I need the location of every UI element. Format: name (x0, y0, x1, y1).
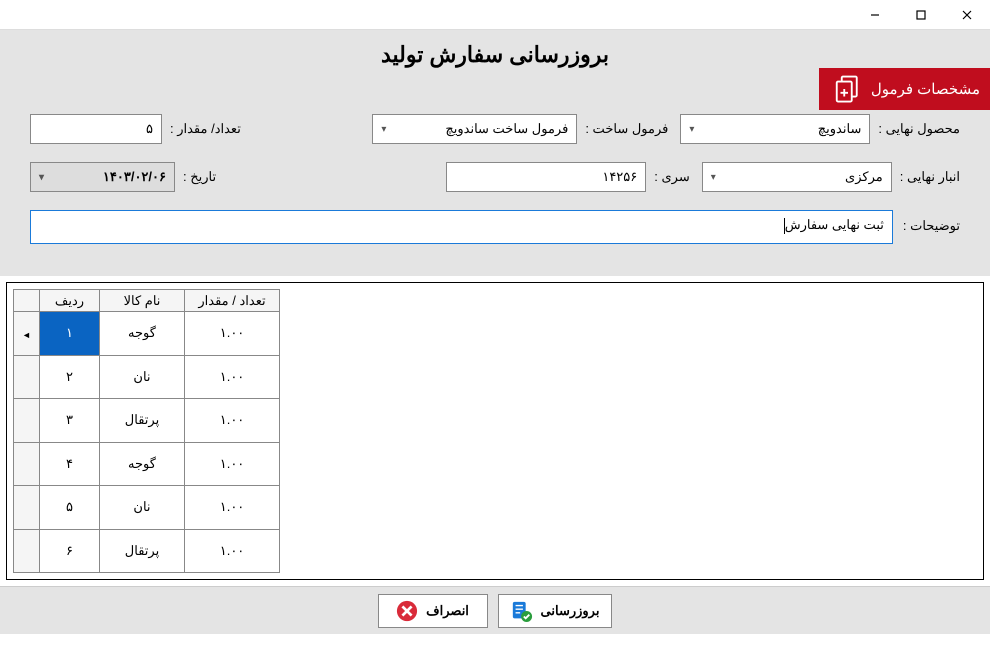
row-gutter (14, 355, 40, 399)
cell-name: پرتقال (100, 399, 185, 443)
table-row[interactable]: ۱.۰۰ پرتقال ۶ (14, 529, 280, 573)
cell-name: پرتقال (100, 529, 185, 573)
update-button[interactable]: بروزرسانی (498, 594, 613, 628)
close-button[interactable] (944, 0, 990, 30)
col-name-header: نام کالا (100, 290, 185, 312)
formula-select[interactable]: فرمول ساخت ساندویچ ▾ (372, 114, 577, 144)
serial-input[interactable]: ۱۴۲۵۶ (446, 162, 646, 192)
date-picker[interactable]: ▾ ۱۴۰۳/۰۲/۰۶ (30, 162, 175, 192)
col-gutter-header (14, 290, 40, 312)
qty-value: ۵ (146, 121, 153, 137)
grid-area: تعداد / مقدار نام کالا ردیف ۱.۰۰ گوجه ۱ … (6, 282, 984, 580)
minimize-button[interactable] (852, 0, 898, 30)
description-input[interactable]: ثبت نهایی سفارش (30, 210, 893, 244)
cell-row: ۵ (40, 486, 100, 530)
formula-label: فرمول ساخت : (585, 121, 668, 137)
desc-label: توضیحات : (903, 210, 960, 244)
cell-name: نان (100, 355, 185, 399)
table-row[interactable]: ۱.۰۰ گوجه ۱ (14, 312, 280, 356)
form-area: محصول نهایی : ساندویچ ▾ فرمول ساخت : فرم… (0, 96, 990, 274)
update-check-icon (511, 600, 533, 622)
warehouse-value: مرکزی (845, 169, 883, 185)
cancel-button-label: انصراف (426, 603, 469, 619)
final-product-label: محصول نهایی : (878, 121, 960, 137)
cell-row: ۴ (40, 442, 100, 486)
table-row[interactable]: ۱.۰۰ پرتقال ۳ (14, 399, 280, 443)
serial-value: ۱۴۲۵۶ (602, 169, 637, 185)
table-row[interactable]: ۱.۰۰ نان ۵ (14, 486, 280, 530)
footer: بروزرسانی انصراف (0, 586, 990, 634)
table-row[interactable]: ۱.۰۰ نان ۲ (14, 355, 280, 399)
date-value: ۱۴۰۳/۰۲/۰۶ (103, 169, 166, 185)
chevron-down-icon: ▾ (711, 172, 716, 183)
desc-value: ثبت نهایی سفارش (785, 217, 884, 232)
cell-qty: ۱.۰۰ (185, 312, 280, 356)
row-gutter (14, 442, 40, 486)
maximize-button[interactable] (898, 0, 944, 30)
row-gutter (14, 529, 40, 573)
cell-qty: ۱.۰۰ (185, 486, 280, 530)
cell-row: ۲ (40, 355, 100, 399)
table-row[interactable]: ۱.۰۰ گوجه ۴ (14, 442, 280, 486)
chevron-down-icon: ▾ (39, 172, 44, 183)
table-header-row: تعداد / مقدار نام کالا ردیف (14, 290, 280, 312)
serial-label: سری : (654, 169, 689, 185)
formula-value: فرمول ساخت ساندویچ (445, 121, 568, 137)
chevron-down-icon: ▾ (381, 124, 386, 135)
cancel-x-icon (396, 600, 418, 622)
header-area: بروزرسانی سفارش تولید مشخصات فرمول (0, 30, 990, 96)
cancel-button[interactable]: انصراف (378, 594, 488, 628)
row-gutter (14, 399, 40, 443)
cell-qty: ۱.۰۰ (185, 529, 280, 573)
cell-name: گوجه (100, 442, 185, 486)
badge-label: مشخصات فرمول (871, 80, 980, 98)
page-title: بروزرسانی سفارش تولید (0, 42, 990, 68)
final-product-value: ساندویچ (818, 121, 862, 137)
warehouse-label: انبار نهایی : (900, 169, 960, 185)
formula-icon (833, 74, 863, 104)
warehouse-select[interactable]: مرکزی ▾ (702, 162, 892, 192)
col-qty-header: تعداد / مقدار (185, 290, 280, 312)
qty-input[interactable]: ۵ (30, 114, 162, 144)
date-label: تاریخ : (183, 169, 216, 185)
cell-qty: ۱.۰۰ (185, 442, 280, 486)
col-row-header: ردیف (40, 290, 100, 312)
final-product-select[interactable]: ساندویچ ▾ (680, 114, 870, 144)
items-table[interactable]: تعداد / مقدار نام کالا ردیف ۱.۰۰ گوجه ۱ … (13, 289, 280, 573)
cell-qty: ۱.۰۰ (185, 355, 280, 399)
update-button-label: بروزرسانی (541, 603, 600, 619)
row-indicator-icon (14, 312, 40, 356)
cell-qty: ۱.۰۰ (185, 399, 280, 443)
cell-name: نان (100, 486, 185, 530)
cell-row: ۳ (40, 399, 100, 443)
row-gutter (14, 486, 40, 530)
formula-spec-badge[interactable]: مشخصات فرمول (819, 68, 990, 110)
cell-row-selected: ۱ (40, 312, 100, 356)
titlebar (0, 0, 990, 30)
chevron-down-icon: ▾ (689, 124, 694, 135)
cell-name: گوجه (100, 312, 185, 356)
qty-label: تعداد/ مقدار : (170, 121, 241, 137)
cell-row: ۶ (40, 529, 100, 573)
